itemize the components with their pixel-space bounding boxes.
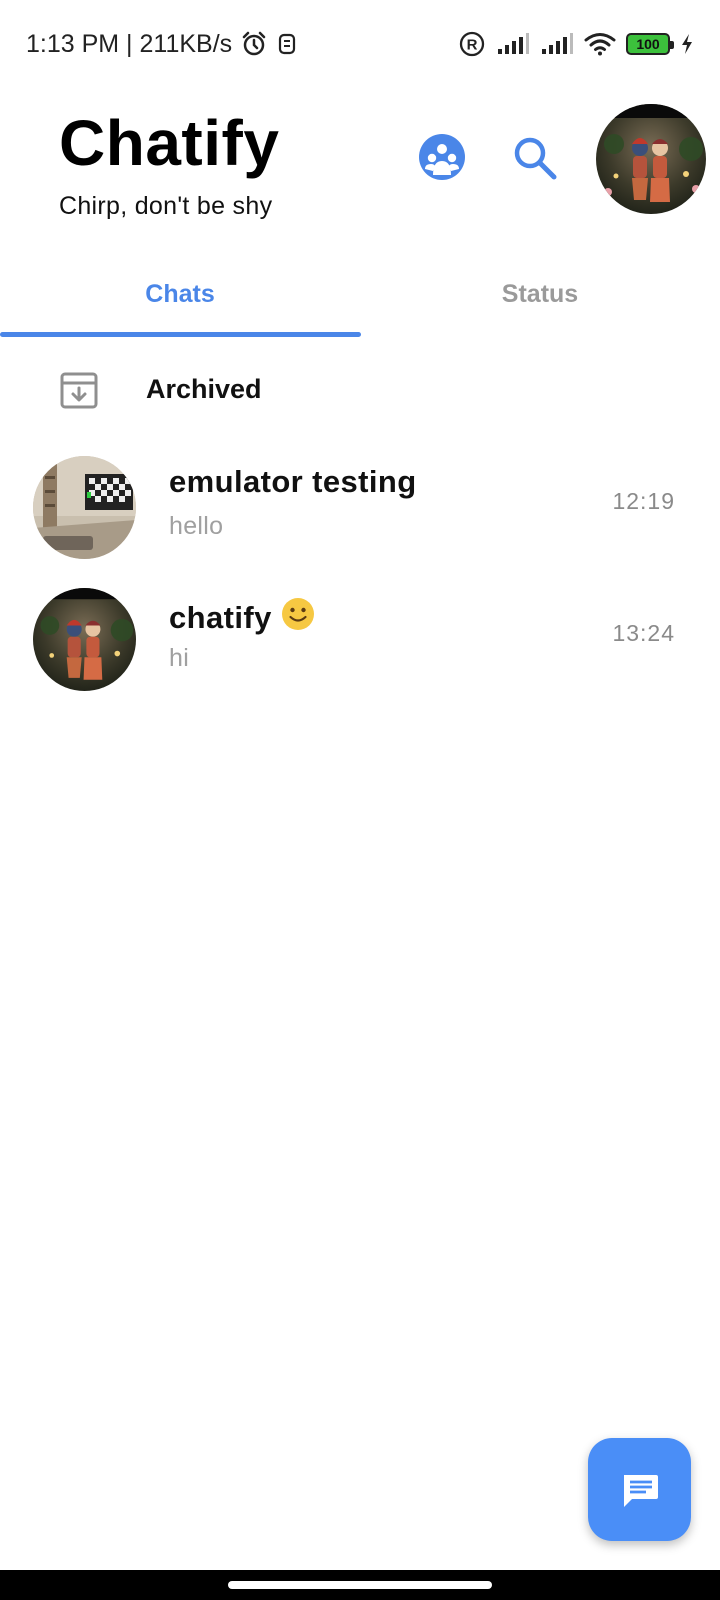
chat-list-item[interactable]: chatify hi 13:24 (0, 580, 720, 700)
status-bar: 1:13 PM | 211KB/s R 100 (0, 0, 720, 88)
registered-icon: R (458, 30, 486, 58)
chat-name: emulator testing (169, 464, 417, 499)
chat-name-text: chatify (169, 600, 272, 635)
wifi-icon (584, 32, 616, 56)
search-icon (514, 137, 557, 180)
home-handle[interactable] (228, 1581, 492, 1589)
alarm-icon (240, 30, 268, 58)
system-nav-bar (0, 1570, 720, 1600)
tab-bar: Chats Status (0, 252, 720, 340)
notification-icon (276, 31, 298, 57)
status-bar-left: 1:13 PM | 211KB/s (26, 30, 298, 59)
app-screen: 1:13 PM | 211KB/s R 100 Chatify Chirp, d… (0, 0, 720, 1600)
app-header: Chatify Chirp, don't be shy (0, 88, 720, 248)
status-time-speed: 1:13 PM | 211KB/s (26, 29, 233, 58)
smile-emoji-icon (280, 596, 316, 640)
signal-icon (496, 32, 530, 56)
chat-preview: hello (169, 512, 224, 540)
new-chat-button[interactable] (588, 1438, 691, 1541)
groups-button[interactable] (418, 133, 466, 181)
archived-label: Archived (146, 374, 262, 404)
chat-list-item[interactable]: emulator testing hello 12:19 (0, 448, 720, 568)
profile-avatar[interactable] (596, 104, 706, 214)
groups-icon (419, 134, 465, 180)
app-title: Chatify (59, 107, 280, 179)
signal-icon (540, 32, 574, 56)
chat-icon (623, 1474, 658, 1507)
tab-status[interactable]: Status (360, 252, 720, 336)
svg-text:R: R (467, 37, 478, 54)
chat-preview: hi (169, 644, 190, 672)
chat-time: 13:24 (612, 620, 675, 646)
search-button[interactable] (510, 133, 560, 183)
tab-indicator (0, 332, 361, 337)
battery-icon: 100 (626, 33, 674, 55)
chat-name: chatify (169, 596, 316, 640)
app-subtitle: Chirp, don't be shy (59, 192, 273, 220)
charging-icon (680, 33, 694, 55)
chat-time: 12:19 (612, 488, 675, 514)
archived-row[interactable]: Archived (0, 348, 720, 434)
archive-icon (59, 370, 99, 410)
tab-chats[interactable]: Chats (0, 252, 360, 336)
status-bar-right: R 100 (458, 30, 694, 58)
chat-avatar (33, 456, 136, 559)
chat-avatar (33, 588, 136, 691)
